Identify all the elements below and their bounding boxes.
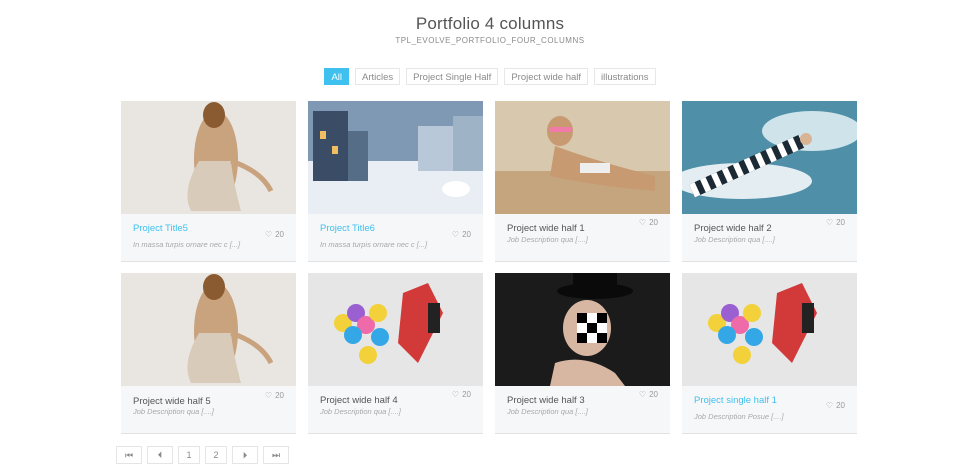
portfolio-thumbnail[interactable]: [495, 101, 670, 214]
card-description: Job Description Posue [....]: [694, 412, 784, 421]
page-1-button[interactable]: 1: [178, 446, 200, 464]
portfolio-thumbnail[interactable]: [495, 273, 670, 386]
card-title[interactable]: Project wide half 5: [133, 396, 211, 407]
portfolio-thumbnail[interactable]: [308, 101, 483, 214]
like-count[interactable]: ♡ 20: [265, 391, 284, 400]
heart-icon: ♡: [451, 390, 460, 399]
heart-icon: ♡: [638, 390, 647, 399]
heart-icon: ♡: [825, 218, 834, 227]
portfolio-thumbnail[interactable]: [308, 273, 483, 386]
card-title[interactable]: Project single half 1: [694, 395, 777, 406]
card-description: In massa turpis ornare nec c [...]: [320, 240, 428, 249]
card-description: Job Description qua [....]: [133, 407, 214, 416]
like-count[interactable]: ♡ 20: [265, 230, 284, 239]
pagination: ⏮ ⏴ 1 2 ⏵ ⏭: [116, 446, 289, 464]
filter-bar: All Articles Project Single Half Project…: [0, 68, 980, 85]
card-title[interactable]: Project wide half 2: [694, 223, 772, 234]
portfolio-thumbnail[interactable]: [121, 273, 296, 386]
portfolio-card[interactable]: Project wide half 5 ♡ 20 Job Description …: [121, 273, 296, 433]
portfolio-thumbnail[interactable]: [121, 101, 296, 214]
portfolio-thumbnail[interactable]: [682, 101, 857, 214]
last-page-button[interactable]: ⏭: [263, 446, 289, 464]
card-description: Job Description qua [....]: [320, 407, 401, 416]
like-count[interactable]: ♡ 20: [639, 390, 658, 399]
heart-icon: ♡: [451, 230, 460, 239]
card-title[interactable]: Project Title6: [320, 223, 375, 234]
portfolio-card[interactable]: Project single half 1 ♡ 20 Job Descriptio…: [682, 273, 857, 433]
filter-project-single-half[interactable]: Project Single Half: [406, 68, 499, 85]
first-page-button[interactable]: ⏮: [116, 446, 142, 464]
portfolio-card[interactable]: Project Title6 ♡ 20 In massa turpis ornar…: [308, 101, 483, 261]
heart-icon: ♡: [638, 218, 647, 227]
portfolio-card[interactable]: Project wide half 1 ♡ 20 Job Description …: [495, 101, 670, 261]
portfolio-card[interactable]: Project wide half 3 ♡ 20 Job Description …: [495, 273, 670, 433]
card-description: Job Description qua [....]: [694, 235, 775, 244]
page-subtitle: TPL_EVOLVE_PORTFOLIO_FOUR_COLUMNS: [395, 36, 585, 45]
next-page-button[interactable]: ⏵: [232, 446, 258, 464]
like-count[interactable]: ♡ 20: [452, 230, 471, 239]
filter-project-wide-half[interactable]: Project wide half: [504, 68, 589, 85]
heart-icon: ♡: [264, 230, 273, 239]
filter-all[interactable]: All: [324, 68, 349, 85]
page-2-button[interactable]: 2: [205, 446, 227, 464]
like-count[interactable]: ♡ 20: [826, 401, 845, 410]
card-description: Job Description qua [....]: [507, 235, 588, 244]
page-title: Portfolio 4 columns: [415, 14, 565, 33]
portfolio-card[interactable]: Project Title5 ♡ 20 In massa turpis ornar…: [121, 101, 296, 261]
portfolio-thumbnail[interactable]: [682, 273, 857, 386]
filter-articles[interactable]: Articles: [355, 68, 401, 85]
card-title[interactable]: Project wide half 1: [507, 223, 585, 234]
like-count[interactable]: ♡ 20: [639, 218, 658, 227]
like-count[interactable]: ♡ 20: [826, 218, 845, 227]
portfolio-card[interactable]: Project wide half 2 ♡ 20 Job Description …: [682, 101, 857, 261]
portfolio-card[interactable]: Project wide half 4 ♡ 20 Job Description …: [308, 273, 483, 433]
card-title[interactable]: Project Title5: [133, 223, 188, 234]
page-header: Portfolio 4 columns TPL_EVOLVE_PORTFOLIO…: [0, 14, 980, 45]
filter-illustrations[interactable]: illustrations: [594, 68, 656, 85]
card-title[interactable]: Project wide half 3: [507, 395, 585, 406]
card-title[interactable]: Project wide half 4: [320, 395, 398, 406]
card-description: Job Description qua [....]: [507, 407, 588, 416]
heart-icon: ♡: [264, 391, 273, 400]
prev-page-button[interactable]: ⏴: [147, 446, 173, 464]
heart-icon: ♡: [825, 401, 834, 410]
card-description: In massa turpis ornare nec c [...]: [133, 240, 241, 249]
like-count[interactable]: ♡ 20: [452, 390, 471, 399]
